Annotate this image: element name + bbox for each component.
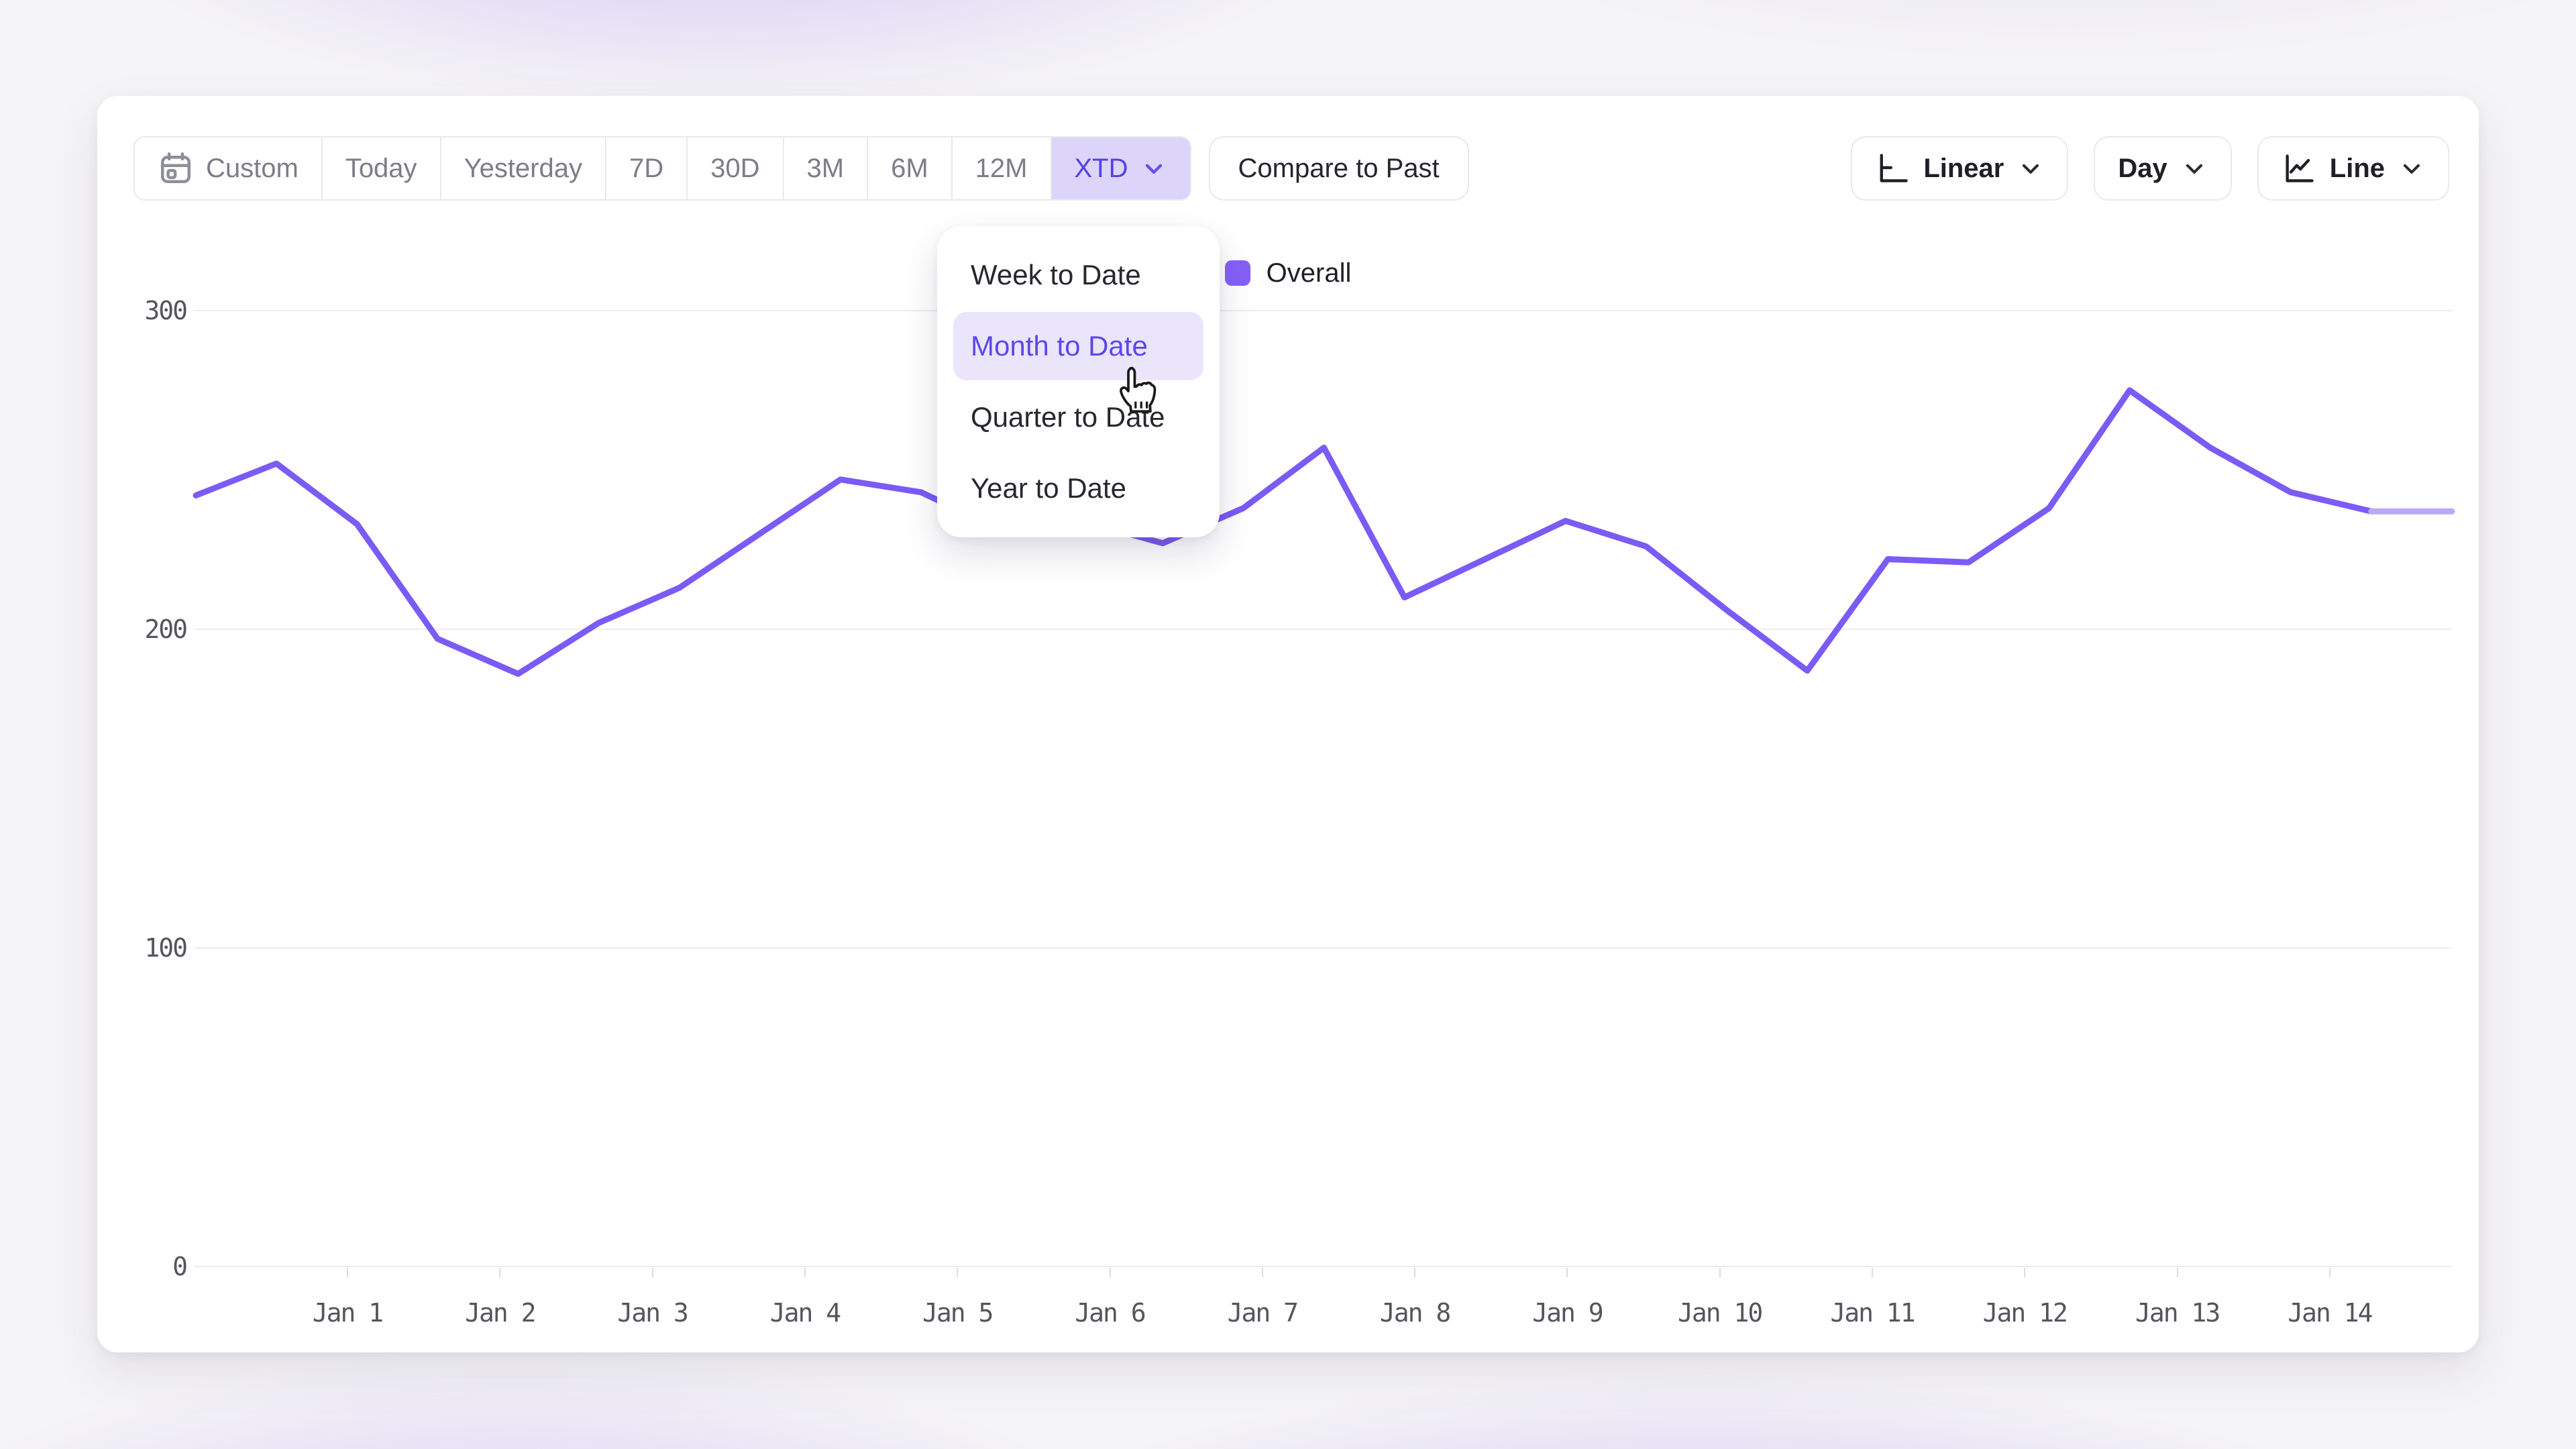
page: { "toolbar": { "range_buttons": ["Custom…	[0, 0, 2576, 1449]
dropdown-item-quarter-to-date[interactable]: Quarter to Date	[953, 383, 1203, 451]
series-line-overall	[97, 96, 2479, 1352]
line-chart-plot: 3002001000Jan 1Jan 2Jan 3Jan 4Jan 5Jan 6…	[97, 96, 2479, 1352]
dropdown-item-year-to-date[interactable]: Year to Date	[953, 454, 1203, 523]
period-dropdown-menu: Week to DateMonth to DateQuarter to Date…	[937, 226, 1220, 537]
dropdown-item-month-to-date[interactable]: Month to Date	[953, 312, 1203, 380]
mouse-pointer-cursor	[1112, 363, 1161, 423]
series-line-main	[196, 390, 2371, 674]
analytics-chart-card: CustomTodayYesterday7D30D3M6M12MXTD Comp…	[97, 96, 2479, 1352]
dropdown-item-week-to-date[interactable]: Week to Date	[953, 241, 1203, 309]
